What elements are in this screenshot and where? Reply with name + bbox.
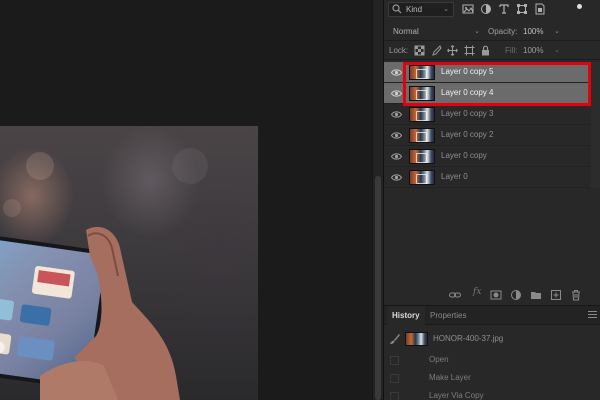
lock-artboard-icon[interactable] — [464, 45, 475, 56]
visibility-eye-icon[interactable] — [390, 109, 403, 120]
photo-illustration — [0, 148, 208, 400]
history-state-name: Layer Via Copy — [429, 391, 484, 400]
new-group-icon[interactable] — [530, 289, 542, 301]
visibility-eye-icon[interactable] — [390, 88, 403, 99]
lock-image-icon[interactable] — [431, 45, 442, 56]
layer-name: Layer 0 copy 3 — [441, 109, 494, 118]
history-state[interactable]: Make Layer — [384, 369, 600, 387]
history-brush-source-checkbox[interactable] — [390, 392, 399, 400]
layers-scrollbar[interactable] — [591, 62, 600, 188]
snapshot-name: HONOR-400-37.jpg — [433, 334, 504, 343]
history-state[interactable]: Open — [384, 351, 600, 369]
layer-row[interactable]: Layer 0 copy — [384, 146, 590, 167]
layer-filter-row: Kind ⌄ — [384, 0, 600, 20]
panel-tabs: History Properties — [384, 306, 600, 325]
fx-icon[interactable]: fx — [473, 287, 481, 297]
link-layers-icon[interactable] — [449, 289, 461, 301]
lock-label: Lock: — [389, 46, 409, 55]
blend-mode-value: Normal — [393, 27, 419, 36]
adjustment-filter-icon[interactable] — [480, 3, 492, 15]
blend-opacity-row: Normal ⌄ Opacity: 100% ⌄ — [384, 21, 600, 41]
history-state-icon — [407, 390, 419, 400]
layer-row[interactable]: Layer 0 — [384, 167, 590, 188]
chevron-down-icon: ⌄ — [443, 6, 449, 13]
canvas-area[interactable] — [0, 0, 372, 400]
shape-filter-icon[interactable] — [516, 3, 528, 15]
history-state-name: Make Layer — [429, 373, 471, 382]
history-snapshot[interactable]: HONOR-400-37.jpg — [384, 328, 600, 350]
lock-all-icon[interactable] — [480, 45, 491, 56]
history-panel: History Properties HONOR-400-37.jpg Open… — [384, 305, 600, 400]
canvas-scroll-thumb[interactable] — [375, 176, 381, 400]
history-state-icon — [407, 372, 419, 384]
layer-row[interactable]: Layer 0 copy 3 — [384, 104, 590, 125]
filter-kind-label: Kind — [406, 5, 423, 14]
opacity-label: Opacity: — [488, 27, 518, 36]
chevron-down-icon: ⌄ — [474, 28, 480, 35]
canvas-vertical-scrollbar[interactable] — [372, 0, 383, 400]
smart-object-filter-icon[interactable] — [534, 3, 546, 15]
layers-list: Layer 0 copy 5 Layer 0 copy 4 Layer 0 co… — [384, 62, 600, 188]
document-image[interactable] — [0, 126, 258, 400]
layer-name: Layer 0 — [441, 172, 468, 181]
add-mask-icon[interactable] — [490, 289, 502, 301]
search-icon — [392, 4, 402, 18]
lock-position-icon[interactable] — [447, 45, 458, 56]
fill-label: Fill: — [505, 46, 518, 55]
layer-thumbnail — [409, 65, 435, 80]
visibility-eye-icon[interactable] — [390, 130, 403, 141]
filter-kind-select[interactable]: Kind ⌄ — [388, 2, 454, 17]
chevron-down-icon[interactable]: ⌄ — [554, 24, 560, 39]
layer-row[interactable]: Layer 0 copy 2 — [384, 125, 590, 146]
type-filter-icon[interactable] — [498, 3, 510, 15]
layer-name: Layer 0 copy 4 — [441, 88, 494, 97]
layer-thumbnail — [409, 107, 435, 122]
adjustment-layer-icon[interactable] — [510, 289, 522, 301]
layer-thumbnail — [409, 128, 435, 143]
chevron-down-icon[interactable]: ⌄ — [554, 44, 560, 58]
layer-thumbnail — [409, 86, 435, 101]
history-state-name: Open — [429, 355, 449, 364]
snapshot-thumbnail — [405, 332, 428, 346]
layer-name: Layer 0 copy 2 — [441, 130, 494, 139]
layer-name: Layer 0 copy 5 — [441, 67, 494, 76]
layer-name: Layer 0 copy — [441, 151, 487, 160]
filter-toggle-dot[interactable] — [577, 4, 582, 9]
history-brush-source-checkbox[interactable] — [390, 374, 399, 383]
panel-menu-icon[interactable] — [588, 311, 597, 320]
history-brush-icon[interactable] — [389, 333, 401, 345]
history-state[interactable]: Layer Via Copy — [384, 387, 600, 400]
tab-history[interactable]: History — [387, 306, 425, 325]
layer-row[interactable]: Layer 0 copy 5 — [384, 62, 590, 83]
history-brush-source-checkbox[interactable] — [390, 356, 399, 365]
visibility-eye-icon[interactable] — [390, 67, 403, 78]
lock-transparent-icon[interactable] — [414, 45, 425, 56]
new-layer-icon[interactable] — [550, 289, 562, 301]
layers-footer: fx — [384, 286, 600, 304]
pixel-filter-icon[interactable] — [462, 3, 474, 15]
blend-mode-select[interactable]: Normal ⌄ — [389, 24, 482, 39]
tab-properties[interactable]: Properties — [425, 306, 471, 325]
delete-layer-icon[interactable] — [570, 289, 582, 301]
visibility-eye-icon[interactable] — [390, 172, 403, 183]
layer-thumbnail — [409, 170, 435, 185]
lock-fill-row: Lock: Fill: 100% ⌄ — [384, 42, 600, 60]
layer-thumbnail — [409, 149, 435, 164]
layers-panel: Kind ⌄ Normal ⌄ Opacity: 100% ⌄ Lock: Fi… — [383, 0, 600, 400]
visibility-eye-icon[interactable] — [390, 151, 403, 162]
fill-field[interactable]: 100% — [521, 44, 557, 58]
opacity-field[interactable]: 100% — [521, 24, 557, 39]
layer-row[interactable]: Layer 0 copy 4 — [384, 83, 590, 104]
history-state-icon — [407, 354, 419, 366]
